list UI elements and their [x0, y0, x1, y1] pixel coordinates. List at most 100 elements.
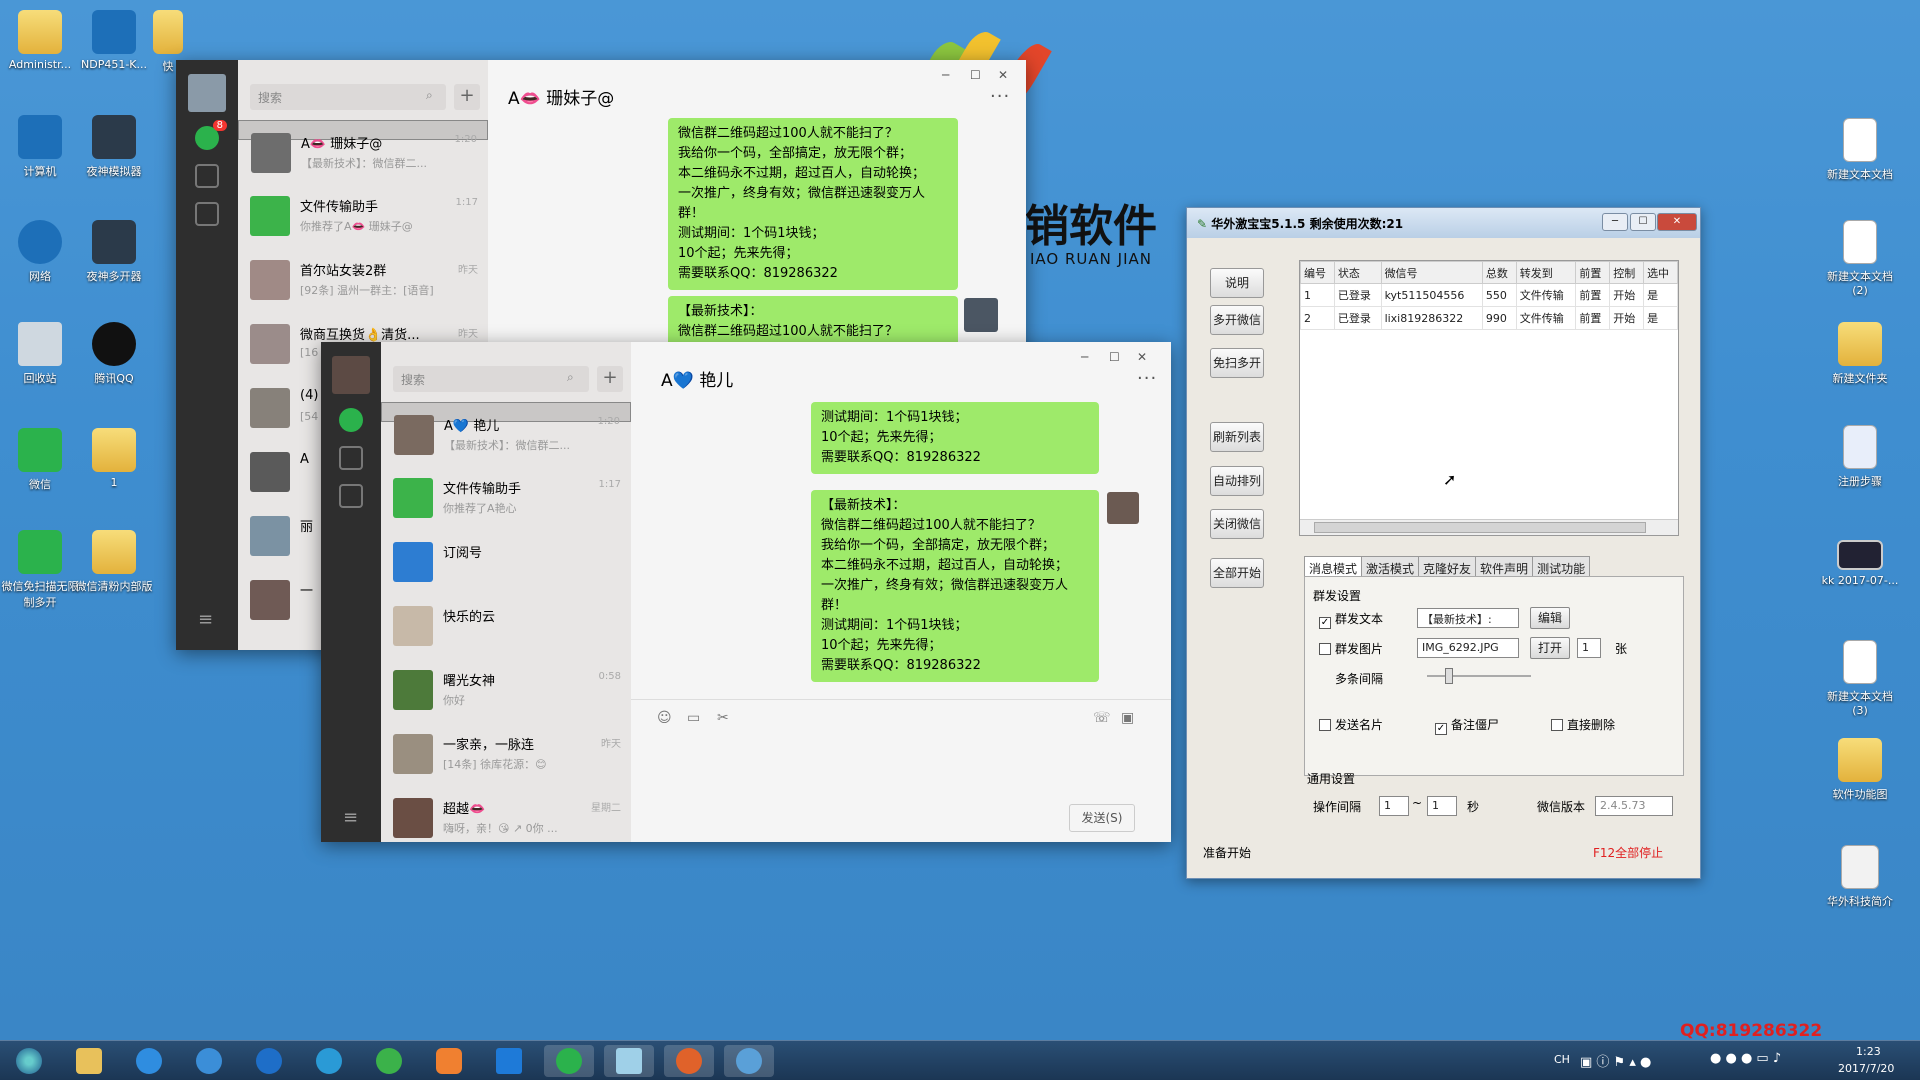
- desktop-icon-network[interactable]: 网络: [0, 220, 80, 284]
- more-icon[interactable]: ···: [990, 86, 1010, 107]
- tray-icons[interactable]: ▣ ⓘ ⚑ ▴ ●: [1580, 1051, 1651, 1070]
- desktop-icon-qq[interactable]: 腾讯QQ: [74, 322, 154, 386]
- phone-icon[interactable]: ☏: [1093, 710, 1111, 726]
- help-button[interactable]: 说明: [1210, 268, 1264, 298]
- avatar[interactable]: [332, 356, 370, 394]
- add-chat-button[interactable]: +: [597, 366, 623, 392]
- edit-button[interactable]: 编辑: [1530, 607, 1570, 629]
- chat-item[interactable]: 首尔站女装2群 [92条] 温州一群主：[语音] 昨天: [238, 248, 488, 312]
- chat-item[interactable]: A👄 珊妹子@ 【最新技术】：微信群二... 1:20: [238, 120, 488, 173]
- image-select[interactable]: IMG_6292.JPG: [1417, 638, 1519, 658]
- chat-item[interactable]: 文件传输助手 你推荐了A艳心 1:17: [381, 466, 631, 530]
- column-header[interactable]: 总数: [1481, 261, 1517, 284]
- send-card-checkbox[interactable]: 发送名片: [1319, 716, 1383, 733]
- column-header[interactable]: 状态: [1333, 261, 1382, 284]
- folder-icon[interactable]: ▭: [687, 710, 700, 726]
- more-icon[interactable]: ···: [1137, 368, 1157, 389]
- column-header[interactable]: 编号: [1300, 261, 1335, 284]
- favorites-icon[interactable]: [195, 202, 219, 226]
- taskbar-network[interactable]: [724, 1045, 774, 1077]
- close-button[interactable]: ✕: [1657, 213, 1697, 231]
- desktop-icon-recycle-bin[interactable]: 回收站: [0, 322, 80, 386]
- minimize-button[interactable]: ─: [942, 68, 949, 82]
- emoji-icon[interactable]: ☺: [657, 710, 672, 726]
- refresh-list-button[interactable]: 刷新列表: [1210, 422, 1264, 452]
- desktop-icon-nox-multi[interactable]: 夜神多开器: [74, 220, 154, 284]
- taskbar-explorer[interactable]: [64, 1045, 114, 1077]
- chat-item[interactable]: 文件传输助手 你推荐了A👄 珊妹子@ 1:17: [238, 184, 488, 248]
- message-bubble[interactable]: 【最新技术】： 微信群二维码超过100人就不能扫了？ 我给你一个码，全部搞定，放…: [811, 490, 1099, 682]
- direct-delete-checkbox[interactable]: 直接删除: [1551, 716, 1615, 733]
- input-language[interactable]: CH: [1554, 1053, 1570, 1066]
- video-icon[interactable]: ▣: [1121, 710, 1134, 726]
- column-header[interactable]: 控制: [1609, 261, 1645, 284]
- scrollbar-thumb[interactable]: [1314, 522, 1646, 533]
- taskbar-sogou[interactable]: [244, 1045, 294, 1077]
- maximize-button[interactable]: ☐: [1630, 213, 1656, 231]
- taskbar-ie[interactable]: [184, 1045, 234, 1077]
- chat-item[interactable]: 快乐的云: [381, 594, 631, 658]
- clock-time[interactable]: 1:23: [1856, 1045, 1881, 1058]
- desktop-icon-text-doc-2[interactable]: 新建文本文档 (2): [1820, 220, 1900, 297]
- contacts-icon[interactable]: [339, 446, 363, 470]
- avatar[interactable]: [188, 74, 226, 112]
- taskbar-notepad[interactable]: [604, 1045, 654, 1077]
- send-image-checkbox[interactable]: 群发图片: [1319, 640, 1383, 657]
- image-count-input[interactable]: 1: [1577, 638, 1601, 658]
- desktop-icon-text-doc-3[interactable]: 新建文本文档 (3): [1820, 640, 1900, 717]
- menu-icon[interactable]: ≡: [198, 609, 213, 630]
- mark-zombie-checkbox[interactable]: ✓ 备注僵尸: [1435, 716, 1499, 735]
- desktop-icon-kk[interactable]: kk 2017-07-...: [1820, 540, 1900, 587]
- slider-thumb[interactable]: [1445, 668, 1453, 684]
- scissors-icon[interactable]: ✂: [717, 710, 729, 726]
- taskbar-browser-2[interactable]: [364, 1045, 414, 1077]
- minimize-button[interactable]: ─: [1602, 213, 1628, 231]
- desktop-icon-register-steps[interactable]: 注册步骤: [1820, 425, 1900, 489]
- menu-icon[interactable]: ≡: [343, 807, 358, 828]
- desktop-icon-administrator[interactable]: Administr...: [0, 10, 80, 71]
- taskbar-tool[interactable]: [664, 1045, 714, 1077]
- checkbox-unchecked[interactable]: [1319, 719, 1331, 731]
- clock-date[interactable]: 2017/7/20: [1838, 1062, 1894, 1075]
- send-button[interactable]: 发送(S): [1069, 804, 1135, 832]
- close-wechat-button[interactable]: 关闭微信: [1210, 509, 1264, 539]
- desktop-icon-computer[interactable]: 计算机: [0, 115, 80, 179]
- desktop-icon-nox[interactable]: 夜神模拟器: [74, 115, 154, 179]
- minimize-button[interactable]: ─: [1081, 350, 1088, 364]
- account-table[interactable]: 编号 状态 微信号 总数 转发到 前置 控制 选中 1 已登录 kyt5115045…: [1299, 260, 1679, 536]
- desktop-icon-ndp451[interactable]: NDP451-K...: [74, 10, 154, 71]
- open-button[interactable]: 打开: [1530, 637, 1570, 659]
- chat-icon[interactable]: [339, 408, 363, 432]
- tool-window[interactable]: ✎ 华外激宝宝5.1.5 剩余使用次数:21 ─ ☐ ✕ 说明 多开微信 免扫多…: [1186, 207, 1701, 879]
- favorites-icon[interactable]: [339, 484, 363, 508]
- multi-open-button[interactable]: 多开微信: [1210, 305, 1264, 335]
- message-bubble[interactable]: 测试期间：1个码1块钱； 10个起；先来先得； 需要联系QQ：819286322: [811, 402, 1099, 474]
- start-button[interactable]: [4, 1045, 54, 1077]
- column-header[interactable]: 转发到: [1515, 261, 1577, 284]
- desktop-icon-text-doc[interactable]: 新建文本文档: [1820, 118, 1900, 182]
- search-input[interactable]: 搜索: [393, 366, 589, 392]
- close-button[interactable]: ✕: [1137, 350, 1147, 364]
- desktop-icon-wechat[interactable]: 微信: [0, 428, 80, 492]
- taskbar-wechat[interactable]: [544, 1045, 594, 1077]
- desktop-icon-feature-image[interactable]: 软件功能图: [1820, 738, 1900, 802]
- desktop-icon-wechat-clean[interactable]: 微信清粉内部版: [74, 530, 154, 594]
- desktop-icon-wechat-multi[interactable]: 微信免扫描无限制多开: [0, 530, 80, 610]
- interval-slider[interactable]: [1427, 668, 1531, 684]
- table-row[interactable]: 1 已登录 kyt511504556 550 文件传输 前置 开始是: [1300, 283, 1678, 307]
- message-bubble[interactable]: 【最新技术】： 微信群二维码超过100人就不能扫了？: [668, 296, 958, 348]
- send-text-checkbox[interactable]: ✓ 群发文本: [1319, 610, 1383, 629]
- chat-item[interactable]: 超越👄 嗨呀，亲！😘 ↗ 0你 ... 星期二: [381, 786, 631, 850]
- text-select[interactable]: 【最新技术】:: [1417, 608, 1519, 628]
- add-chat-button[interactable]: +: [454, 84, 480, 110]
- auto-arrange-button[interactable]: 自动排列: [1210, 466, 1264, 496]
- taskbar-browser-1[interactable]: [304, 1045, 354, 1077]
- search-input[interactable]: 搜索: [250, 84, 446, 110]
- op-interval-max-input[interactable]: 1: [1427, 796, 1457, 816]
- checkbox-unchecked[interactable]: [1319, 643, 1331, 655]
- desktop-icon-new-folder[interactable]: 新建文件夹: [1820, 322, 1900, 386]
- column-header[interactable]: 微信号: [1380, 261, 1483, 284]
- chat-icon[interactable]: 8: [195, 120, 227, 150]
- taskbar-app-1[interactable]: [124, 1045, 174, 1077]
- tray-app-icons[interactable]: ● ● ● ▭ ♪: [1710, 1051, 1781, 1066]
